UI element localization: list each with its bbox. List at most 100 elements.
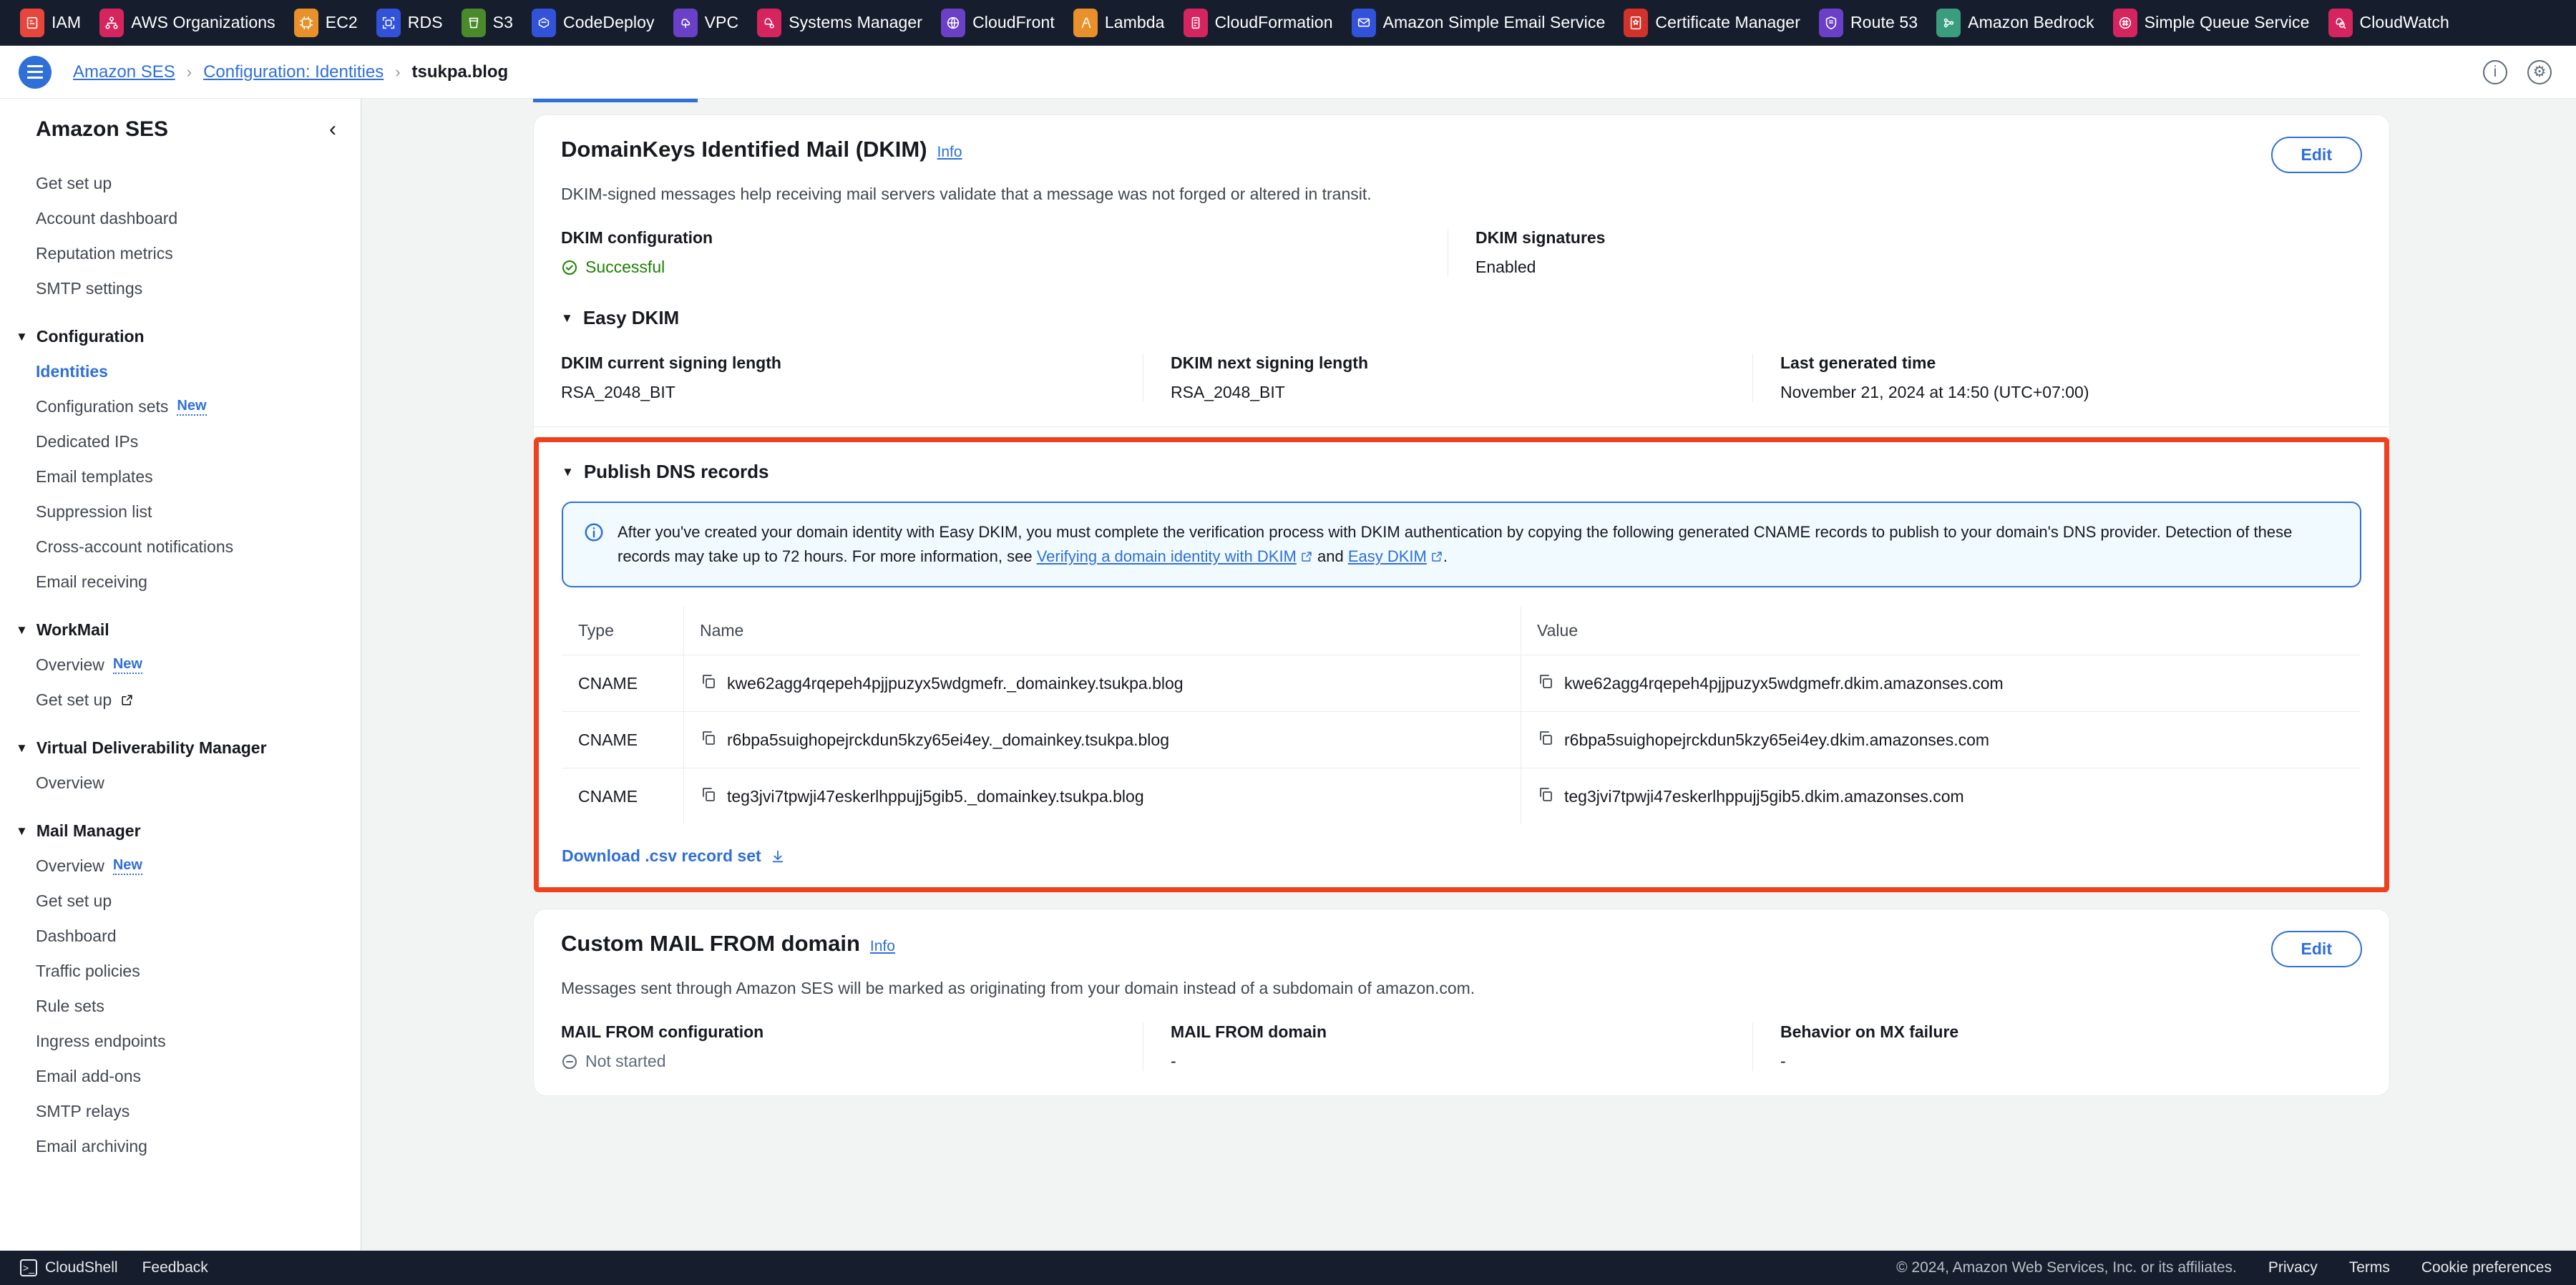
service-shortcut-ses[interactable]: Amazon Simple Email Service bbox=[1351, 7, 1606, 39]
publish-dns-section-toggle[interactable]: ▼ Publish DNS records bbox=[562, 461, 2361, 483]
sidebar-item-email-add-ons[interactable]: Email add-ons bbox=[0, 1059, 361, 1094]
record-value-text: r6bpa5suighopejrckdun5kzy65ei4ey.dkim.am… bbox=[1564, 730, 1990, 749]
dns-records-table: Type Name Value CNAME kwe62agg4rqepeh4pjj… bbox=[562, 606, 2361, 826]
sidebar-group-virtual-deliverability-manager[interactable]: ▼ Virtual Deliverability Manager bbox=[0, 731, 361, 766]
sidebar-item-configuration-sets[interactable]: Configuration sets New bbox=[0, 389, 361, 424]
sidebar-item-get-set-up[interactable]: Get set up bbox=[0, 166, 361, 201]
cloudshell-button[interactable]: >_ CloudShell bbox=[20, 1259, 118, 1276]
sidebar-item-overview[interactable]: Overview bbox=[0, 766, 361, 801]
sidebar-item-email-archiving[interactable]: Email archiving bbox=[0, 1129, 361, 1164]
copyright-text: © 2024, Amazon Web Services, Inc. or its… bbox=[1896, 1259, 2237, 1276]
easy-dkim-link[interactable]: Easy DKIM bbox=[1348, 547, 1427, 565]
service-shortcut-rds[interactable]: RDS bbox=[376, 7, 443, 39]
sidebar-item-get-set-up[interactable]: Get set up bbox=[0, 884, 361, 919]
service-shortcut-label: Lambda bbox=[1104, 13, 1165, 31]
copy-icon[interactable] bbox=[1537, 786, 1554, 807]
sidebar-group-workmail[interactable]: ▼ WorkMail bbox=[0, 612, 361, 648]
sidebar-item-traffic-policies[interactable]: Traffic policies bbox=[0, 954, 361, 989]
download-csv-link[interactable]: Download .csv record set bbox=[562, 846, 786, 866]
sidebar-collapse-icon[interactable]: ‹ bbox=[329, 119, 336, 140]
dkim-configuration-value-wrap: Successful bbox=[561, 258, 1426, 277]
service-shortcut-cloudfront[interactable]: CloudFront bbox=[941, 7, 1055, 39]
sidebar-item-email-templates[interactable]: Email templates bbox=[0, 459, 361, 494]
feedback-link[interactable]: Feedback bbox=[142, 1259, 208, 1276]
sidebar-item-get-set-up[interactable]: Get set up bbox=[0, 683, 361, 718]
copy-icon[interactable] bbox=[700, 786, 717, 807]
mail-from-edit-button[interactable]: Edit bbox=[2270, 931, 2362, 968]
sidebar-item-email-receiving[interactable]: Email receiving bbox=[0, 565, 361, 600]
easy-dkim-section-toggle[interactable]: ▼ Easy DKIM bbox=[561, 307, 2362, 329]
service-shortcut-route53[interactable]: Route 53 bbox=[1818, 7, 1918, 39]
dkim-edit-button[interactable]: Edit bbox=[2270, 137, 2362, 173]
service-shortcut-s3[interactable]: S3 bbox=[461, 7, 514, 39]
service-shortcut-cloudwatch[interactable]: CloudWatch bbox=[2328, 7, 2449, 39]
sidebar-title: Amazon SES bbox=[36, 117, 169, 141]
sidebar-item-label: Overview bbox=[36, 773, 104, 792]
sidebar-item-reputation-metrics[interactable]: Reputation metrics bbox=[0, 236, 361, 271]
easy-dkim-label: Easy DKIM bbox=[582, 307, 680, 328]
service-shortcut-certificate-manager[interactable]: Certificate Manager bbox=[1624, 7, 1800, 39]
sidebar-item-rule-sets[interactable]: Rule sets bbox=[0, 989, 361, 1024]
sidebar-item-label: Account dashboard bbox=[36, 209, 178, 228]
cell-record-name: r6bpa5suighopejrckdun5kzy65ei4ey._domain… bbox=[683, 711, 1521, 769]
sidebar-item-overview[interactable]: Overview New bbox=[0, 849, 361, 884]
sidebar-item-cross-account-notifications[interactable]: Cross-account notifications bbox=[0, 529, 361, 565]
record-name-text: r6bpa5suighopejrckdun5kzy65ei4ey._domain… bbox=[727, 730, 1170, 749]
service-shortcut-iam[interactable]: IAM bbox=[20, 7, 81, 39]
sidebar-item-label: Email add-ons bbox=[36, 1067, 142, 1085]
column-header-value: Value bbox=[1521, 607, 2361, 656]
service-shortcut-vpc[interactable]: VPC bbox=[673, 7, 739, 39]
verifying-domain-identity-link[interactable]: Verifying a domain identity with DKIM bbox=[1037, 547, 1297, 565]
sidebar-item-dedicated-ips[interactable]: Dedicated IPs bbox=[0, 424, 361, 459]
service-shortcut-label: S3 bbox=[492, 13, 514, 31]
privacy-link[interactable]: Privacy bbox=[2268, 1259, 2318, 1276]
card-divider bbox=[534, 426, 2389, 427]
service-shortcut-label: VPC bbox=[704, 13, 739, 31]
sidebar-item-ingress-endpoints[interactable]: Ingress endpoints bbox=[0, 1024, 361, 1059]
cloudshell-icon: >_ bbox=[20, 1259, 37, 1276]
menu-hamburger-icon[interactable] bbox=[19, 55, 52, 89]
cookie-preferences-link[interactable]: Cookie preferences bbox=[2421, 1259, 2552, 1276]
cell-record-value: kwe62agg4rqepeh4pjjpuzyx5wdgmefr.dkim.am… bbox=[1521, 655, 2361, 713]
service-shortcut-label: Certificate Manager bbox=[1655, 13, 1800, 31]
breadcrumb-link[interactable]: Configuration: Identities bbox=[203, 62, 384, 82]
service-shortcut-organizations[interactable]: AWS Organizations bbox=[99, 7, 275, 39]
info-circle-icon[interactable]: i bbox=[2483, 59, 2507, 84]
rds-icon bbox=[376, 8, 401, 37]
service-shortcut-label: Systems Manager bbox=[789, 13, 923, 31]
table-row: CNAME kwe62agg4rqepeh4pjjpuzyx5wdgmefr._d… bbox=[562, 655, 2361, 713]
service-shortcut-sqs[interactable]: Simple Queue Service bbox=[2112, 7, 2310, 39]
mx-failure-behavior-value: - bbox=[1780, 1052, 1786, 1071]
dkim-last-generated-field: Last generated time November 21, 2024 at… bbox=[1752, 353, 2362, 402]
copy-icon[interactable] bbox=[700, 729, 717, 751]
sidebar-item-smtp-relays[interactable]: SMTP relays bbox=[0, 1094, 361, 1129]
service-shortcut-bedrock[interactable]: Amazon Bedrock bbox=[1936, 7, 2094, 39]
sidebar-group-configuration[interactable]: ▼ Configuration bbox=[0, 319, 361, 354]
breadcrumb-link[interactable]: Amazon SES bbox=[73, 62, 175, 82]
sidebar-item-account-dashboard[interactable]: Account dashboard bbox=[0, 201, 361, 236]
cell-record-type: CNAME bbox=[562, 711, 684, 769]
sidebar-item-suppression-list[interactable]: Suppression list bbox=[0, 494, 361, 529]
copy-icon[interactable] bbox=[700, 673, 717, 694]
service-shortcut-lambda[interactable]: Lambda bbox=[1073, 7, 1165, 39]
settings-gear-icon[interactable]: ⚙ bbox=[2527, 59, 2552, 84]
sidebar-item-overview[interactable]: Overview New bbox=[0, 648, 361, 683]
copy-icon[interactable] bbox=[1537, 729, 1554, 751]
sidebar-group-mail-manager[interactable]: ▼ Mail Manager bbox=[0, 813, 361, 849]
sidebar-item-dashboard[interactable]: Dashboard bbox=[0, 919, 361, 954]
record-value-text: teg3jvi7tpwji47eskerlhppujj5gib5.dkim.am… bbox=[1564, 786, 1964, 806]
service-shortcut-codedeploy[interactable]: CodeDeploy bbox=[532, 7, 655, 39]
service-shortcut-systems-manager[interactable]: Systems Manager bbox=[757, 7, 922, 39]
service-shortcut-cloudformation[interactable]: CloudFormation bbox=[1183, 7, 1333, 39]
mail-from-info-link[interactable]: Info bbox=[870, 938, 895, 954]
dkim-info-link[interactable]: Info bbox=[937, 144, 962, 160]
terms-link[interactable]: Terms bbox=[2349, 1259, 2390, 1276]
sidebar-item-smtp-settings[interactable]: SMTP settings bbox=[0, 271, 361, 306]
sidebar-item-identities[interactable]: Identities bbox=[0, 354, 361, 389]
service-shortcut-ec2[interactable]: EC2 bbox=[293, 7, 358, 39]
mx-failure-behavior-label: Behavior on MX failure bbox=[1780, 1022, 1959, 1042]
sidebar-nav: Get set up Account dashboard Reputation me… bbox=[0, 166, 361, 1164]
download-csv-label: Download .csv record set bbox=[562, 846, 761, 866]
service-shortcut-label: CloudFormation bbox=[1214, 13, 1333, 31]
copy-icon[interactable] bbox=[1537, 673, 1554, 694]
